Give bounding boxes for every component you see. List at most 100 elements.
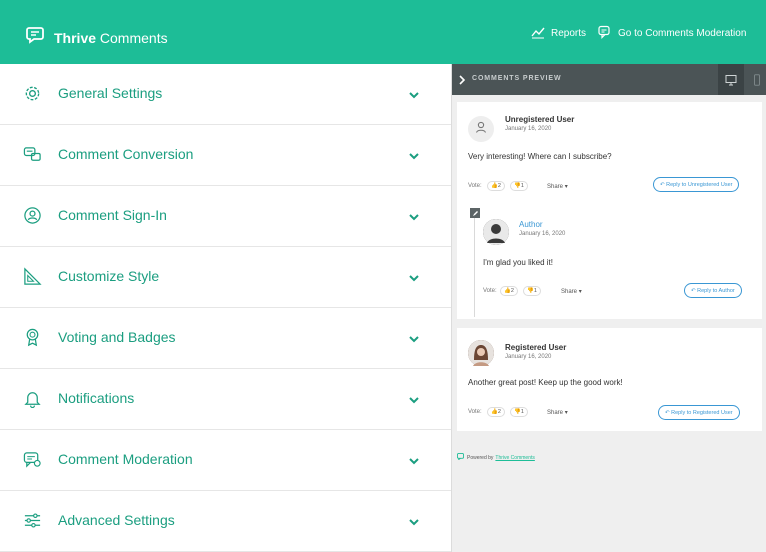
accordion-notifications[interactable]: Notifications (0, 369, 451, 430)
chevron-down-icon[interactable] (408, 210, 420, 222)
comment-date: January 16, 2020 (519, 231, 566, 237)
comment-conversion-icon (23, 145, 42, 164)
design-tools-icon (23, 267, 42, 286)
comment-card: Registered User January 16, 2020 Another… (457, 328, 762, 431)
comment-author: Unregistered User (505, 115, 575, 124)
thumbs-up-icon: 👍 (491, 409, 498, 415)
accordion-label: Advanced Settings (58, 512, 175, 528)
registered-user-avatar-icon (468, 340, 494, 366)
reply-button[interactable]: ↶ Reply to Author (684, 283, 742, 298)
powered-by: Powered by Thrive Comments (457, 453, 535, 462)
accordion-general-settings[interactable]: General Settings (0, 64, 451, 125)
upvote-count: 2 (510, 288, 514, 294)
accordion-comment-conversion[interactable]: Comment Conversion (0, 125, 451, 186)
chevron-down-icon[interactable] (408, 515, 420, 527)
comment-author[interactable]: Author (519, 220, 543, 229)
user-icon (474, 120, 488, 139)
logo-bold: Thrive (54, 29, 97, 46)
chevron-down-icon[interactable] (408, 332, 420, 344)
downvote-count: 1 (533, 288, 537, 294)
comments-moderation-link[interactable]: Go to Comments Moderation (598, 25, 746, 42)
logo[interactable]: Thrive Comments (26, 25, 168, 50)
accordion-comment-moderation[interactable]: Comment Moderation (0, 430, 451, 491)
share-label: Share (547, 410, 564, 416)
desktop-view-icon[interactable] (718, 64, 744, 95)
preview-header: COMMENTS PREVIEW (452, 64, 766, 95)
preview-title: COMMENTS PREVIEW (472, 75, 562, 82)
thrive-comments-logo-icon (26, 25, 46, 50)
comment-date: January 16, 2020 (505, 354, 552, 360)
thumbs-down-icon: 👎 (527, 288, 534, 294)
logo-rest: Comments (96, 29, 168, 46)
upvote-count: 2 (497, 183, 501, 189)
thumbs-down-icon: 👎 (514, 183, 521, 189)
accordion-voting-and-badges[interactable]: Voting and Badges (0, 308, 451, 369)
chevron-down-icon[interactable] (408, 149, 420, 161)
thumbs-up-icon: 👍 (491, 183, 498, 189)
chevron-down-icon[interactable] (408, 393, 420, 405)
avatar (468, 340, 494, 366)
accordion-advanced-settings[interactable]: Advanced Settings (0, 491, 451, 552)
upvote-count: 2 (497, 409, 501, 415)
user-circle-icon (23, 206, 42, 225)
upvote-button[interactable]: 👍 2 (500, 286, 518, 296)
thrive-comments-link[interactable]: Thrive Comments (495, 455, 534, 461)
app-header: Thrive Comments Reports Go to Comments M… (0, 0, 766, 64)
downvote-button[interactable]: 👎 1 (510, 181, 528, 191)
downvote-button[interactable]: 👎 1 (510, 407, 528, 417)
reply-button[interactable]: ↶ Reply to Unregistered User (653, 177, 740, 192)
sliders-icon (23, 511, 42, 530)
upvote-button[interactable]: 👍 2 (487, 407, 505, 417)
bell-icon (23, 389, 42, 409)
chevron-down-icon: ▾ (564, 184, 568, 190)
comments-preview-panel: COMMENTS PREVIEW Unregistered User Janua… (451, 64, 766, 552)
accordion-comment-sign-in[interactable]: Comment Sign-In (0, 186, 451, 247)
comments-moderation-label: Go to Comments Moderation (618, 28, 747, 39)
author-avatar-icon (483, 219, 509, 245)
pen-icon (470, 208, 480, 218)
chevron-down-icon[interactable] (408, 88, 420, 100)
chevron-down-icon: ▾ (578, 289, 582, 295)
downvote-button[interactable]: 👎 1 (523, 286, 541, 296)
accordion-label: General Settings (58, 85, 163, 101)
upvote-button[interactable]: 👍 2 (487, 181, 505, 191)
share-label: Share (561, 289, 578, 295)
thumbs-down-icon: 👎 (514, 409, 521, 415)
avatar (483, 219, 509, 245)
share-button[interactable]: Share ▾ (547, 409, 568, 416)
thread-line (474, 217, 475, 317)
accordion-customize-style[interactable]: Customize Style (0, 247, 451, 308)
accordion-label: Voting and Badges (58, 329, 176, 345)
share-button[interactable]: Share ▾ (547, 183, 568, 190)
chevron-down-icon: ▾ (564, 410, 568, 416)
vote-label: Vote: (468, 409, 482, 415)
vote-label: Vote: (483, 288, 497, 294)
thumbs-up-icon: 👍 (504, 288, 511, 294)
reply-button[interactable]: ↶ Reply to Registered User (658, 405, 740, 420)
chevron-down-icon[interactable] (408, 271, 420, 283)
reports-label: Reports (551, 28, 587, 39)
accordion-label: Comment Sign-In (58, 207, 167, 223)
powered-by-text: Powered by (467, 454, 494, 461)
chart-line-icon (531, 25, 551, 42)
reply-label: Reply to Registered User (671, 409, 733, 416)
moderation-icon (23, 450, 42, 469)
vote-label: Vote: (468, 183, 482, 189)
comments-icon (598, 25, 618, 42)
mobile-view-icon[interactable] (746, 64, 766, 95)
downvote-count: 1 (520, 409, 524, 415)
collapse-arrow-icon[interactable] (457, 73, 467, 85)
accordion-label: Notifications (58, 390, 135, 406)
share-button[interactable]: Share ▾ (561, 288, 582, 295)
badge-icon (23, 328, 42, 347)
reply-label: Reply to Unregistered User (666, 181, 733, 188)
accordion-label: Comment Moderation (58, 451, 193, 467)
comment-card: Unregistered User January 16, 2020 Very … (457, 102, 762, 319)
chevron-down-icon[interactable] (408, 454, 420, 466)
downvote-count: 1 (520, 183, 524, 189)
reply-icon: ↶ (665, 409, 670, 416)
reports-link[interactable]: Reports (531, 25, 586, 42)
reply-label: Reply to Author (697, 287, 735, 294)
avatar (468, 116, 494, 142)
share-label: Share (547, 184, 564, 190)
